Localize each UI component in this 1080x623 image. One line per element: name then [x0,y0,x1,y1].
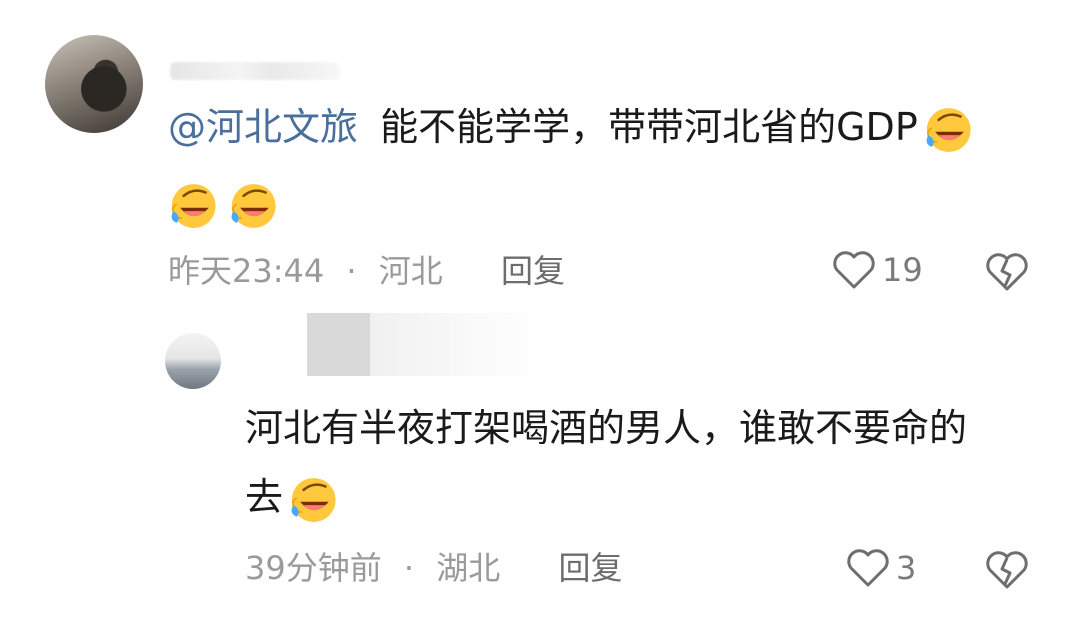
broken-heart-icon[interactable] [985,252,1029,292]
laughing-crying-emoji-icon [231,183,276,228]
blurred-username-fade [370,313,550,376]
reply-user-avatar[interactable] [165,333,221,389]
like-count: 19 [882,251,923,289]
timestamp: 昨天23:44 [168,252,325,290]
like-count: 3 [896,549,917,587]
location: 河北 [378,252,443,290]
separator: · [403,549,415,587]
reply-button[interactable]: 回复 [501,251,565,291]
reply-button[interactable]: 回复 [558,548,622,588]
reply-meta: 39分钟前 · 湖北 回复 [245,548,622,588]
reply-text-line2: 去 [245,466,339,528]
location: 湖北 [436,549,501,587]
like-button[interactable]: 3 [846,548,916,588]
broken-heart-icon[interactable] [985,550,1029,590]
reply-text-line1: 河北有半夜打架喝酒的男人，谁敢不要命的 [245,406,968,450]
blurred-username[interactable] [307,313,370,376]
heart-outline-icon [833,251,875,289]
comment-text: @河北文旅 能不能学学，带带河北省的GDP [168,96,1048,158]
user-avatar[interactable] [45,35,143,133]
reply-text-word: 去 [245,475,284,519]
laughing-crying-emoji-icon [291,477,336,522]
like-button[interactable]: 19 [832,250,923,290]
laughing-crying-emoji-icon [171,183,216,228]
laughing-crying-emoji-icon [926,107,971,152]
comment-meta: 昨天23:44 · 河北 回复 [168,251,565,291]
blurred-username[interactable] [170,62,340,80]
mention-link[interactable]: @河北文旅 [168,105,358,149]
timestamp: 39分钟前 [245,549,382,587]
separator: · [346,252,357,290]
heart-outline-icon [847,549,889,587]
emoji-row [165,172,279,234]
comment-body: 能不能学学，带带河北省的GDP [380,105,918,149]
